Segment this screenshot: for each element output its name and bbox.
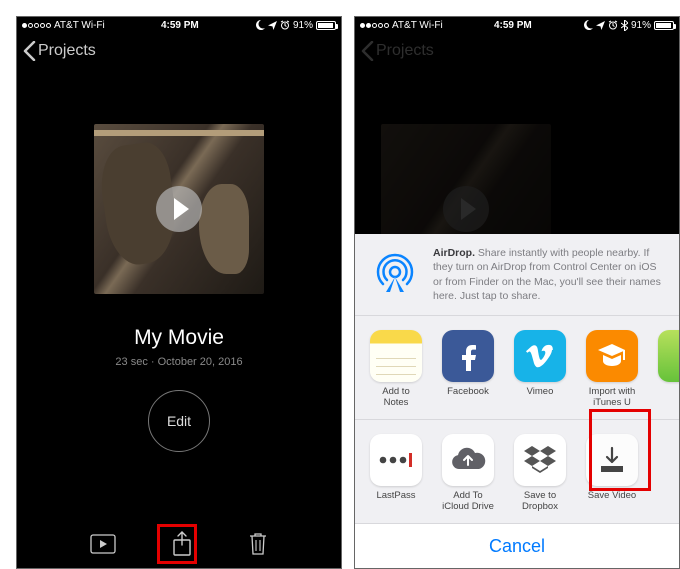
action-save-video[interactable]: Save Video <box>585 434 639 513</box>
location-icon <box>596 21 605 30</box>
cancel-button[interactable]: Cancel <box>355 524 679 568</box>
save-video-icon <box>586 434 638 486</box>
share-vimeo[interactable]: Vimeo <box>513 330 567 409</box>
generic-app-icon <box>658 330 679 382</box>
airdrop-text: AirDrop. Share instantly with people nea… <box>433 246 665 303</box>
battery-pct: 91% <box>293 20 313 31</box>
airdrop-icon <box>369 246 421 298</box>
movie-detail: My Movie 23 sec · October 20, 2016 Edit <box>17 69 341 452</box>
share-more-cut[interactable]: In <box>657 330 679 409</box>
time-label: 4:59 PM <box>443 20 583 31</box>
share-itunes-u[interactable]: Import with iTunes U <box>585 330 639 409</box>
airdrop-section[interactable]: AirDrop. Share instantly with people nea… <box>355 234 679 316</box>
back-button[interactable]: Projects <box>23 41 96 61</box>
action-lastpass[interactable]: LastPass <box>369 434 423 513</box>
share-facebook[interactable]: Facebook <box>441 330 495 409</box>
signal-dots <box>360 23 389 28</box>
action-dropbox[interactable]: Save to Dropbox <box>513 434 567 513</box>
play-outline-icon[interactable] <box>90 534 116 554</box>
play-icon[interactable] <box>156 186 202 232</box>
edit-button[interactable]: Edit <box>148 390 210 452</box>
dropbox-icon <box>514 434 566 486</box>
status-bar: AT&T Wi-Fi 4:59 PM 91% <box>355 17 679 33</box>
notes-icon <box>370 330 422 382</box>
movie-thumbnail[interactable] <box>94 124 264 294</box>
alarm-icon <box>608 20 618 30</box>
location-icon <box>268 21 277 30</box>
battery-pct: 91% <box>631 20 651 31</box>
signal-dots <box>22 23 51 28</box>
moon-icon <box>583 20 593 30</box>
highlight-share <box>157 524 197 564</box>
nav-bar: Projects <box>17 33 341 69</box>
movie-subtitle: 23 sec · October 20, 2016 <box>115 356 242 368</box>
battery-icon <box>654 21 674 30</box>
app-share-row[interactable]: Add to Notes Facebook Vimeo Import with … <box>355 316 679 420</box>
alarm-icon <box>280 20 290 30</box>
time-label: 4:59 PM <box>105 20 255 31</box>
share-sheet: AirDrop. Share instantly with people nea… <box>355 234 679 568</box>
share-add-to-notes[interactable]: Add to Notes <box>369 330 423 409</box>
status-bar: AT&T Wi-Fi 4:59 PM 91% <box>17 17 341 33</box>
itunesu-icon <box>586 330 638 382</box>
lastpass-icon <box>370 434 422 486</box>
phone-left: AT&T Wi-Fi 4:59 PM 91% Projects My Movie… <box>16 16 342 569</box>
nav-back-label: Projects <box>38 42 96 60</box>
movie-title: My Movie <box>134 326 224 350</box>
facebook-icon <box>442 330 494 382</box>
carrier-label: AT&T Wi-Fi <box>392 20 443 31</box>
carrier-label: AT&T Wi-Fi <box>54 20 105 31</box>
action-icloud-drive[interactable]: Add To iCloud Drive <box>441 434 495 513</box>
icloud-icon <box>442 434 494 486</box>
phone-right: AT&T Wi-Fi 4:59 PM 91% Projects <box>354 16 680 569</box>
vimeo-icon <box>514 330 566 382</box>
trash-icon[interactable] <box>248 532 268 556</box>
bluetooth-icon <box>621 20 628 31</box>
battery-icon <box>316 21 336 30</box>
moon-icon <box>255 20 265 30</box>
action-row[interactable]: LastPass Add To iCloud Drive Save to Dro… <box>355 420 679 524</box>
